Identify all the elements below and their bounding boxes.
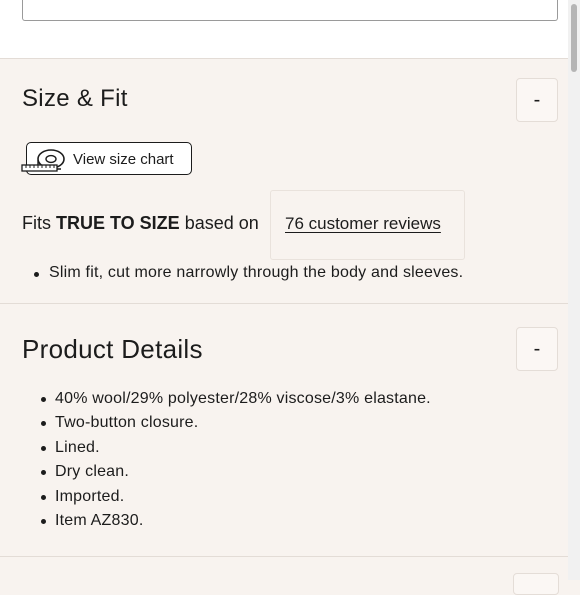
customer-reviews-link[interactable]: 76 customer reviews	[285, 214, 441, 234]
product-details-list: 40% wool/29% polyester/28% viscose/3% el…	[41, 389, 431, 535]
view-size-chart-label: View size chart	[73, 151, 174, 168]
fit-suffix: based on	[179, 213, 259, 233]
minus-icon: -	[533, 337, 541, 360]
list-item: Lined.	[41, 438, 431, 462]
fit-summary: Fits TRUE TO SIZE based on	[22, 213, 259, 234]
fit-prefix: Fits	[22, 213, 56, 233]
list-item: Dry clean.	[41, 462, 431, 486]
next-section-toggle-button[interactable]	[513, 573, 559, 595]
list-item: Item AZ830.	[41, 511, 431, 535]
fit-rating: TRUE TO SIZE	[56, 213, 180, 233]
top-field-partial[interactable]	[22, 0, 558, 21]
product-details-collapse-button[interactable]: -	[516, 327, 558, 371]
scrollbar[interactable]	[568, 0, 580, 580]
size-fit-collapse-button[interactable]: -	[516, 78, 558, 122]
section-divider	[0, 556, 568, 557]
scrollbar-thumb[interactable]	[571, 4, 577, 72]
view-size-chart-button[interactable]: View size chart	[21, 142, 192, 175]
size-fit-title: Size & Fit	[22, 85, 128, 112]
list-item: Two-button closure.	[41, 413, 431, 437]
list-item: Imported.	[41, 487, 431, 511]
list-item: 40% wool/29% polyester/28% viscose/3% el…	[41, 389, 431, 413]
minus-icon: -	[533, 88, 541, 111]
section-divider	[0, 303, 568, 304]
measuring-tape-icon	[21, 149, 65, 172]
product-details-title: Product Details	[22, 334, 203, 364]
list-item: Slim fit, cut more narrowly through the …	[33, 264, 464, 281]
top-section	[0, 0, 568, 59]
fit-notes-list: Slim fit, cut more narrowly through the …	[33, 264, 464, 282]
